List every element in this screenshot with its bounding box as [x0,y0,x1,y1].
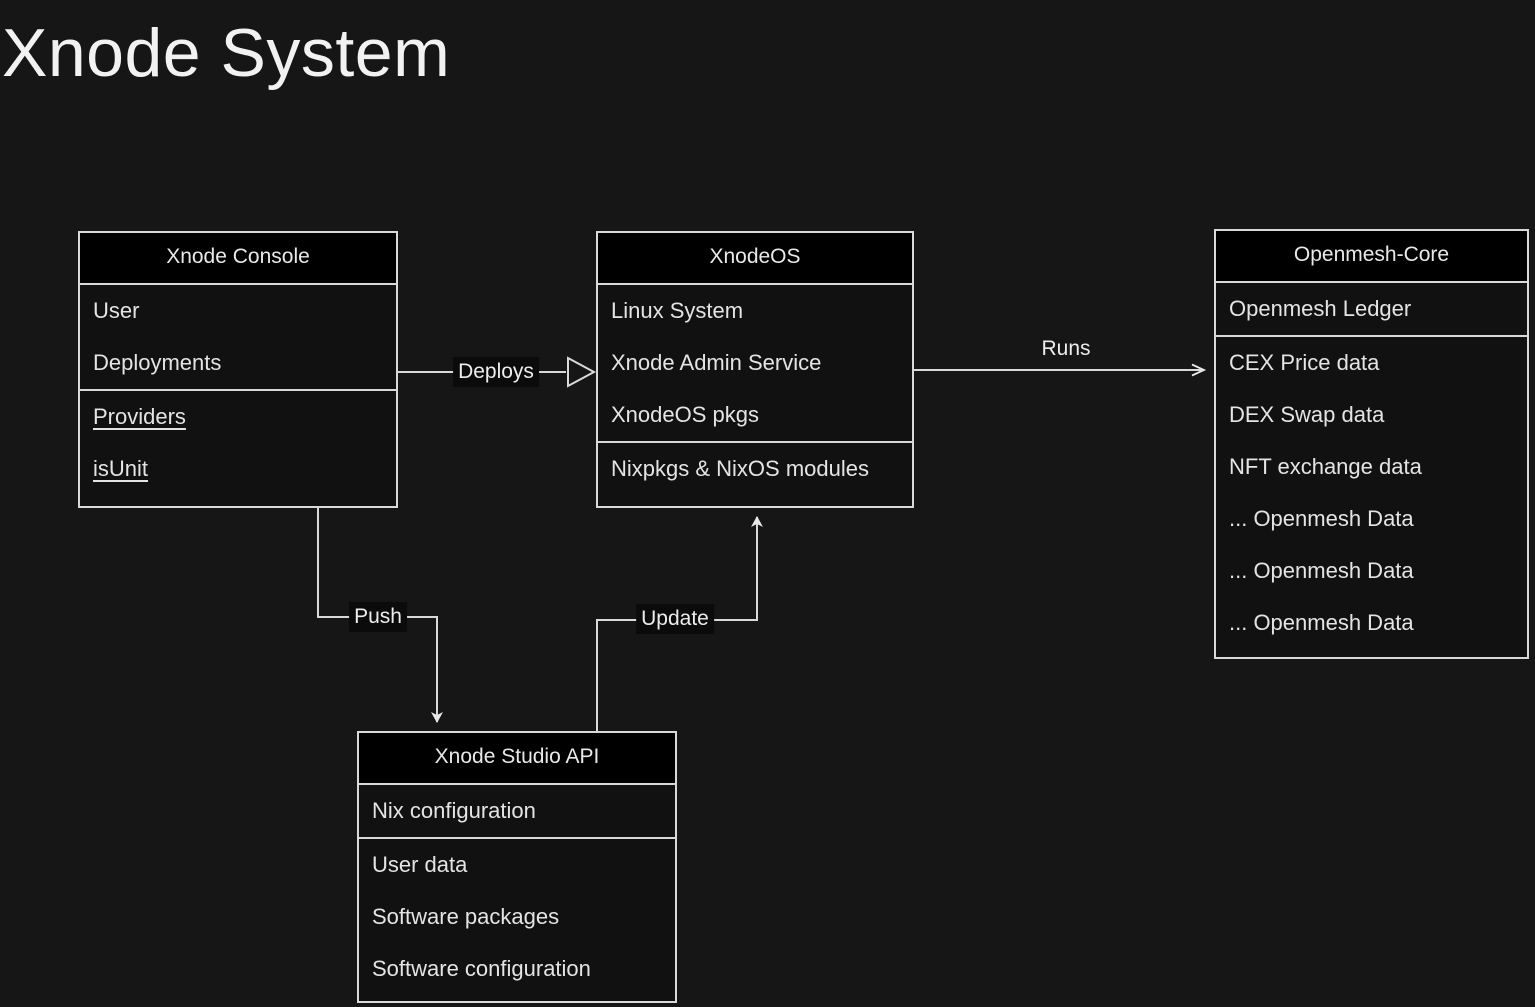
uml-row[interactable]: Deployments [80,337,396,389]
uml-section-operations: CEX Price data DEX Swap data NFT exchang… [1216,335,1527,649]
uml-class-xnodeos[interactable]: XnodeOS Linux System Xnode Admin Service… [596,231,914,508]
uml-row[interactable]: User data [359,839,675,891]
uml-class-xnode-studio-api[interactable]: Xnode Studio API Nix configuration User … [357,731,677,1003]
uml-row-label: isUnit [93,456,149,481]
uml-class-xnode-console[interactable]: Xnode Console User Deployments Providers… [78,231,398,508]
uml-row-label: CEX Price data [1229,350,1380,375]
uml-row[interactable]: DEX Swap data [1216,389,1527,441]
uml-row-label: ... Openmesh Data [1229,610,1414,635]
uml-row[interactable]: ... Openmesh Data [1216,493,1527,545]
edge-label-deploys: Deploys [453,357,539,387]
uml-row[interactable]: Linux System [598,285,912,337]
uml-row[interactable]: Software packages [359,891,675,943]
uml-class-title-openmesh-core: Openmesh-Core [1216,231,1527,281]
uml-row-label: Nix configuration [372,798,536,823]
uml-class-title-xnode-console: Xnode Console [80,233,396,283]
uml-row[interactable]: CEX Price data [1216,337,1527,389]
uml-row[interactable]: Nixpkgs & NixOS modules [598,443,912,495]
uml-row[interactable]: ... Openmesh Data [1216,545,1527,597]
uml-class-openmesh-core[interactable]: Openmesh-Core Openmesh Ledger CEX Price … [1214,229,1529,659]
uml-row[interactable]: Xnode Admin Service [598,337,912,389]
uml-row[interactable]: NFT exchange data [1216,441,1527,493]
uml-section-operations: Nixpkgs & NixOS modules [598,441,912,495]
uml-row-label: NFT exchange data [1229,454,1422,479]
uml-row-label: User data [372,852,468,877]
uml-row-label: Openmesh Ledger [1229,296,1412,321]
uml-row-label: Providers [93,404,186,429]
uml-row[interactable]: Openmesh Ledger [1216,283,1527,335]
diagram-canvas: Xnode System Deploys Runs Push Update Xn… [0,0,1535,1007]
uml-row[interactable]: User [80,285,396,337]
edge-label-push: Push [349,602,407,632]
uml-row[interactable]: isUnit [80,443,396,495]
uml-row[interactable]: XnodeOS pkgs [598,389,912,441]
uml-class-title-xnode-studio-api: Xnode Studio API [359,733,675,783]
uml-row-label: DEX Swap data [1229,402,1385,427]
uml-row-label: Software configuration [372,956,591,981]
hollow-triangle-arrowhead [567,356,597,388]
uml-row[interactable]: Providers [80,391,396,443]
uml-row-label: Software packages [372,904,560,929]
uml-row-label: Xnode Admin Service [611,350,822,375]
uml-row-label: ... Openmesh Data [1229,558,1414,583]
edge-label-update: Update [636,604,714,634]
uml-row-label: Linux System [611,298,744,323]
uml-row-label: Nixpkgs & NixOS modules [611,456,869,481]
uml-row-label: ... Openmesh Data [1229,506,1414,531]
uml-section-attributes: Nix configuration [359,783,675,837]
uml-section-attributes: User Deployments [80,283,396,389]
edge-label-runs: Runs [1041,337,1091,360]
uml-row[interactable]: ... Openmesh Data [1216,597,1527,649]
uml-row[interactable]: Software configuration [359,943,675,995]
uml-class-title-xnodeos: XnodeOS [598,233,912,283]
uml-row-label: User [93,298,140,323]
uml-section-attributes: Linux System Xnode Admin Service XnodeOS… [598,283,912,441]
uml-section-operations: Providers isUnit [80,389,396,495]
uml-section-operations: User data Software packages Software con… [359,837,675,995]
uml-section-attributes: Openmesh Ledger [1216,281,1527,335]
uml-row-label: XnodeOS pkgs [611,402,759,427]
uml-row[interactable]: Nix configuration [359,785,675,837]
uml-row-label: Deployments [93,350,222,375]
